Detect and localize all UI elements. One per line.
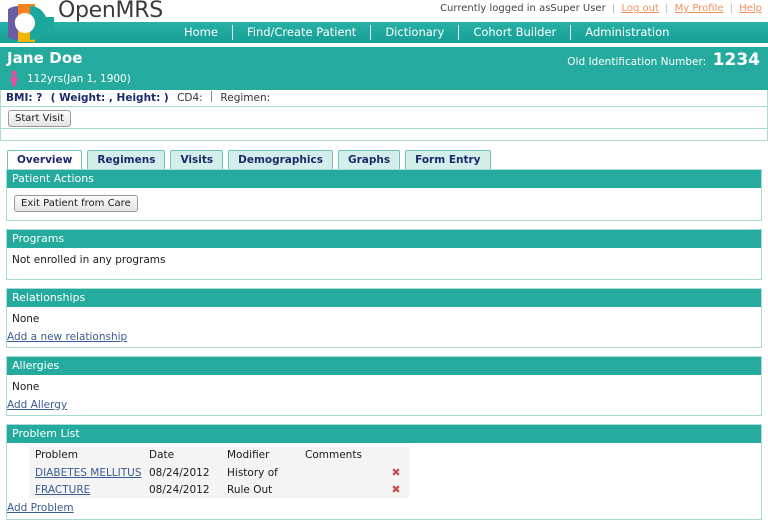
add-relationship-link[interactable]: Add a new relationship [7, 331, 127, 343]
logo-wordmark: OpenMRS [58, 0, 163, 23]
problem-link[interactable]: FRACTURE [35, 484, 90, 496]
nav-item-administration[interactable]: Administration [571, 22, 683, 43]
userbar-separator-2: | [662, 3, 671, 14]
section-title-allergies: Allergies [7, 357, 761, 375]
problem-date: 08/24/2012 [143, 464, 221, 481]
dashboard-content: Patient Actions Exit Patient from Care P… [0, 169, 768, 520]
nav-item-home[interactable]: Home [170, 22, 232, 43]
vitals-summary-row: BMI: ? ( Weight: , Height: ) CD4: Regime… [0, 90, 768, 107]
userbar-separator-1: | [609, 3, 618, 14]
section-title-problem-list: Problem List [7, 425, 761, 443]
nav-separator [370, 25, 371, 40]
female-icon [7, 70, 21, 87]
userbar-separator-3: | [727, 3, 736, 14]
section-title-relationships: Relationships [7, 289, 761, 307]
section-title-patient-actions: Patient Actions [7, 170, 761, 188]
site-header: OpenMRS Currently logged in asSuper User… [0, 0, 768, 22]
table-header-row: Problem Date Modifier Comments [29, 447, 409, 464]
relationships-empty-text: None [12, 312, 761, 327]
section-body-patient-actions: Exit Patient from Care [7, 188, 761, 220]
dashboard-tab-bar: Overview Regimens Visits Demographics Gr… [0, 148, 768, 169]
section-body-allergies: None Add Allergy [7, 375, 761, 415]
logout-link[interactable]: Log out [621, 3, 658, 14]
nav-item-find-create-patient[interactable]: Find/Create Patient [233, 22, 370, 43]
problem-list-table: Problem Date Modifier Comments DIABETES … [29, 447, 409, 498]
tab-graphs[interactable]: Graphs [338, 150, 400, 169]
problem-comments [299, 464, 377, 481]
patient-header-banner: Jane Doe 112yrs(Jan 1, 1900) Old Identif… [0, 47, 768, 90]
column-header-modifier: Modifier [221, 447, 299, 464]
column-header-actions [377, 447, 409, 464]
section-relationships: Relationships None Add a new relationshi… [6, 288, 762, 348]
start-visit-button[interactable]: Start Visit [8, 110, 71, 127]
table-row: FRACTURE 08/24/2012 Rule Out ✖ [29, 481, 409, 498]
nav-separator [570, 25, 571, 40]
programs-empty-text: Not enrolled in any programs [12, 253, 761, 268]
cd4-label: CD4: [172, 92, 203, 104]
tab-overview[interactable]: Overview [7, 150, 82, 169]
exit-patient-from-care-button[interactable]: Exit Patient from Care [14, 195, 138, 212]
openmrs-logo[interactable]: OpenMRS [6, 0, 146, 42]
section-body-problem-list: Problem Date Modifier Comments DIABETES … [7, 443, 761, 519]
problem-link[interactable]: DIABETES MELLITUS [35, 467, 142, 479]
section-body-relationships: None Add a new relationship [7, 307, 761, 347]
tab-demographics[interactable]: Demographics [228, 150, 333, 169]
nav-separator [458, 25, 459, 40]
identifier-label: Old Identification Number: [567, 56, 706, 68]
section-problem-list: Problem List Problem Date Modifier Comme… [6, 424, 762, 520]
logged-in-text: Currently logged in asSuper User [440, 3, 606, 14]
my-profile-link[interactable]: My Profile [675, 3, 724, 14]
bmi-label: BMI: ? [6, 92, 42, 104]
visit-actions-row: Start Visit [0, 107, 768, 129]
table-row: DIABETES MELLITUS 08/24/2012 History of … [29, 464, 409, 481]
add-problem-wrapper: Add Problem [7, 498, 761, 516]
delete-x-icon[interactable]: ✖ [391, 466, 400, 479]
patient-identifier: Old Identification Number: 1234 [567, 50, 760, 70]
identifier-value: 1234 [713, 50, 760, 70]
section-programs: Programs Not enrolled in any programs [6, 229, 762, 280]
column-header-date: Date [143, 447, 221, 464]
column-header-problem: Problem [29, 447, 143, 464]
problem-comments [299, 481, 377, 498]
tab-form-entry[interactable]: Form Entry [405, 150, 490, 169]
add-allergy-link[interactable]: Add Allergy [7, 399, 67, 411]
patient-age-birthdate: 112yrs(Jan 1, 1900) [27, 73, 131, 85]
allergies-empty-text: None [12, 380, 761, 395]
openmrs-ring-logo-icon [8, 4, 54, 42]
delete-x-icon[interactable]: ✖ [391, 483, 400, 496]
banner-spacer-row [0, 129, 768, 141]
user-session-bar: Currently logged in asSuper User | Log o… [440, 3, 762, 14]
nav-item-cohort-builder[interactable]: Cohort Builder [459, 22, 570, 43]
nav-separator [232, 25, 233, 40]
tab-visits[interactable]: Visits [170, 150, 223, 169]
problem-date: 08/24/2012 [143, 481, 221, 498]
patient-demographics-row: 112yrs(Jan 1, 1900) [7, 70, 131, 87]
section-body-programs: Not enrolled in any programs [7, 248, 761, 279]
problem-table-wrapper: Problem Date Modifier Comments DIABETES … [7, 443, 761, 498]
vitals-divider [211, 91, 212, 102]
problem-modifier: History of [221, 464, 299, 481]
patient-name: Jane Doe [7, 49, 83, 67]
tab-regimens[interactable]: Regimens [87, 150, 165, 169]
regimen-label: Regimen: [220, 92, 270, 104]
help-link[interactable]: Help [739, 3, 762, 14]
add-problem-link[interactable]: Add Problem [7, 502, 74, 514]
problem-modifier: Rule Out [221, 481, 299, 498]
weight-height-label: ( Weight: , Height: ) [46, 92, 169, 104]
section-patient-actions: Patient Actions Exit Patient from Care [6, 169, 762, 221]
nav-item-dictionary[interactable]: Dictionary [371, 22, 458, 43]
column-header-comments: Comments [299, 447, 377, 464]
section-title-programs: Programs [7, 230, 761, 248]
section-allergies: Allergies None Add Allergy [6, 356, 762, 416]
